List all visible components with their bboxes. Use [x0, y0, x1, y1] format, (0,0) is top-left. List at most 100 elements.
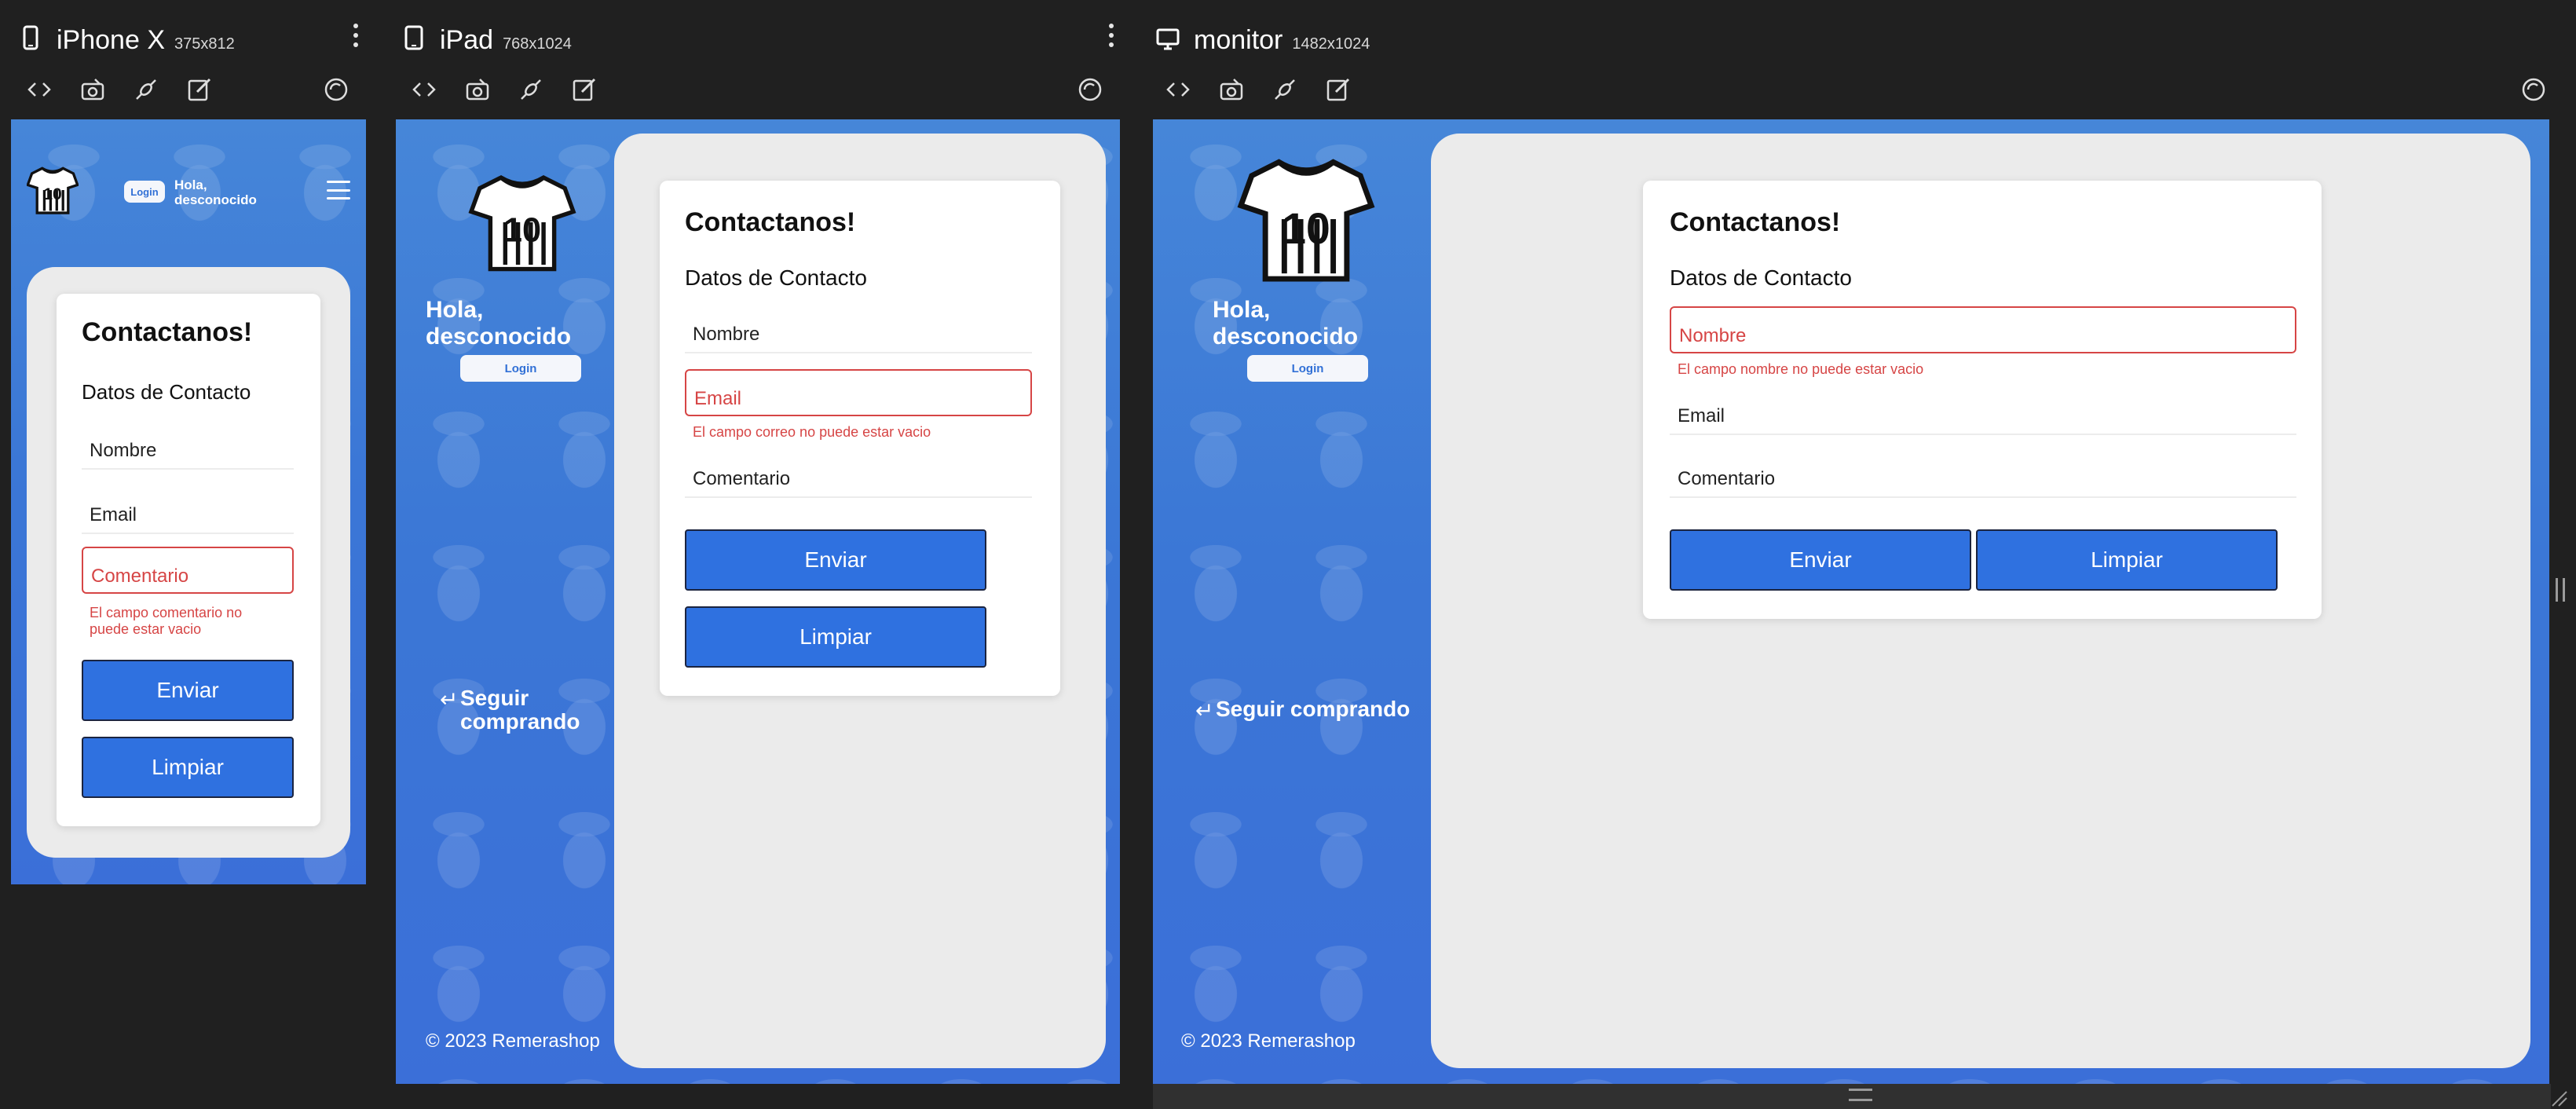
email-field[interactable]: Email — [685, 369, 1032, 416]
edit-icon[interactable] — [1324, 75, 1352, 104]
svg-text:10: 10 — [43, 185, 61, 203]
device-header: iPhone X 375x812 — [0, 0, 377, 118]
comment-placeholder: Comentario — [91, 565, 189, 587]
svg-text:10: 10 — [1282, 204, 1330, 253]
submit-button[interactable]: Enviar — [1670, 529, 1971, 591]
edit-icon[interactable] — [185, 75, 214, 104]
name-placeholder: Nombre — [1679, 325, 1747, 346]
greeting-line-2: desconocido — [174, 192, 257, 207]
jersey-logo-icon[interactable]: 10 — [1231, 154, 1381, 284]
name-error: El campo nombre no puede estar vacio — [1678, 361, 1924, 377]
contact-form-card: Contactanos! Datos de Contacto Nombre Em… — [57, 294, 320, 826]
comment-field[interactable]: Comentario — [82, 547, 294, 594]
device-title: monitor 1482x1024 — [1156, 22, 1370, 56]
iphone-viewport: 10 Login Hola, desconocido Contactanos! … — [11, 119, 366, 884]
rotate-icon[interactable] — [322, 75, 350, 104]
email-error: El campo correo no puede estar vacio — [693, 424, 931, 440]
footer-copyright: © 2023 Remerashop — [426, 1030, 600, 1052]
greeting-line-1: Hola, — [426, 297, 484, 323]
greeting-line-2: desconocido — [426, 324, 572, 350]
jersey-logo-icon[interactable]: 10 — [467, 171, 578, 273]
device-monitor: monitor 1482x1024 10 Hola, desconocido L… — [1147, 0, 2576, 1109]
monitor-icon — [1156, 28, 1180, 50]
camera-icon[interactable] — [463, 75, 492, 104]
submit-button[interactable]: Enviar — [685, 529, 986, 591]
device-header: monitor 1482x1024 — [1147, 0, 2576, 118]
more-options-icon[interactable] — [1107, 24, 1115, 47]
form-subtitle: Datos de Contacto — [82, 380, 251, 404]
more-options-icon[interactable] — [352, 24, 360, 47]
camera-icon[interactable] — [1217, 75, 1246, 104]
monitor-viewport: 10 Hola, desconocido Login ↵ Seguir comp… — [1153, 119, 2549, 1084]
code-icon[interactable] — [1164, 75, 1192, 104]
greeting-line-1: Hola, — [1213, 297, 1271, 323]
ipad-viewport: 10 Hola, desconocido Login ↵ Seguir comp… — [396, 119, 1120, 1084]
name-field[interactable]: Nombre — [685, 306, 1032, 353]
return-arrow-icon: ↵ — [440, 687, 459, 712]
comment-placeholder: Comentario — [1678, 468, 1776, 489]
rotate-icon[interactable] — [1076, 75, 1104, 104]
form-subtitle: Datos de Contacto — [1670, 265, 1852, 290]
login-button[interactable]: Login — [460, 355, 581, 382]
camera-icon[interactable] — [79, 75, 107, 104]
login-button[interactable]: Login — [124, 181, 165, 203]
edit-icon[interactable] — [570, 75, 598, 104]
plug-icon[interactable] — [1271, 75, 1299, 104]
device-toolbar — [410, 75, 598, 104]
vertical-resize-handle-icon[interactable] — [2556, 578, 2565, 602]
code-icon[interactable] — [25, 75, 53, 104]
horizontal-resize-handle-icon[interactable] — [1849, 1089, 1872, 1101]
email-placeholder: Email — [1678, 405, 1725, 426]
device-size: 375x812 — [174, 35, 235, 53]
code-icon[interactable] — [410, 75, 438, 104]
device-header: iPad 768x1024 — [393, 0, 1131, 118]
contact-form-card: Contactanos! Datos de Contacto Nombre Em… — [660, 181, 1060, 696]
comment-field[interactable]: Comentario — [1670, 451, 2296, 498]
submit-button[interactable]: Enviar — [82, 660, 294, 721]
footer-copyright: © 2023 Remerashop — [1181, 1030, 1356, 1052]
device-toolbar — [1164, 75, 1352, 104]
greeting-line-2: desconocido — [1213, 324, 1359, 350]
comment-error-line-2: puede estar vacio — [90, 621, 202, 637]
corner-resize-icon[interactable] — [2549, 1089, 2568, 1107]
back-line-1: Seguir — [460, 686, 529, 710]
jersey-logo-icon[interactable]: 10 — [27, 165, 79, 215]
plug-icon[interactable] — [517, 75, 545, 104]
rotate-icon[interactable] — [2519, 75, 2548, 104]
form-title: Contactanos! — [1670, 207, 1841, 237]
comment-field[interactable]: Comentario — [685, 451, 1032, 498]
device-ipad: iPad 768x1024 10 Hola, desconocido Login… — [393, 0, 1131, 1109]
device-title: iPad 768x1024 — [402, 22, 572, 56]
login-button[interactable]: Login — [1247, 355, 1368, 382]
back-line-2: comprando — [460, 709, 580, 734]
email-field[interactable]: Email — [1670, 388, 2296, 435]
device-size: 1482x1024 — [1292, 35, 1370, 53]
clear-button[interactable]: Limpiar — [685, 606, 986, 668]
name-field[interactable]: Nombre — [1670, 306, 2296, 353]
hamburger-menu-icon[interactable] — [327, 181, 350, 199]
svg-text:10: 10 — [503, 211, 541, 249]
name-field[interactable]: Nombre — [82, 423, 294, 470]
continue-shopping-link[interactable]: ↵ Seguir comprando — [440, 686, 580, 734]
form-title: Contactanos! — [685, 207, 856, 237]
name-placeholder: Nombre — [693, 324, 760, 345]
email-field[interactable]: Email — [82, 487, 294, 534]
phone-icon — [23, 25, 38, 50]
comment-error-line-1: El campo comentario no — [90, 605, 243, 620]
clear-button[interactable]: Limpiar — [82, 737, 294, 798]
clear-button[interactable]: Limpiar — [1976, 529, 2278, 591]
device-name: iPhone X — [57, 25, 165, 55]
greeting: Hola, desconocido — [426, 297, 571, 350]
device-name: monitor — [1194, 25, 1283, 55]
email-placeholder: Email — [694, 388, 742, 409]
comment-placeholder: Comentario — [693, 468, 791, 489]
name-placeholder: Nombre — [90, 440, 157, 461]
device-size: 768x1024 — [503, 35, 572, 53]
contact-form-card: Contactanos! Datos de Contacto Nombre El… — [1643, 181, 2322, 619]
greeting: Hola, desconocido — [1213, 297, 1358, 350]
form-subtitle: Datos de Contacto — [685, 265, 867, 290]
plug-icon[interactable] — [132, 75, 160, 104]
device-title: iPhone X 375x812 — [19, 22, 235, 56]
continue-shopping-link[interactable]: ↵ Seguir comprando — [1195, 697, 1410, 723]
comment-error: El campo comentario no puede estar vacio — [90, 605, 242, 638]
